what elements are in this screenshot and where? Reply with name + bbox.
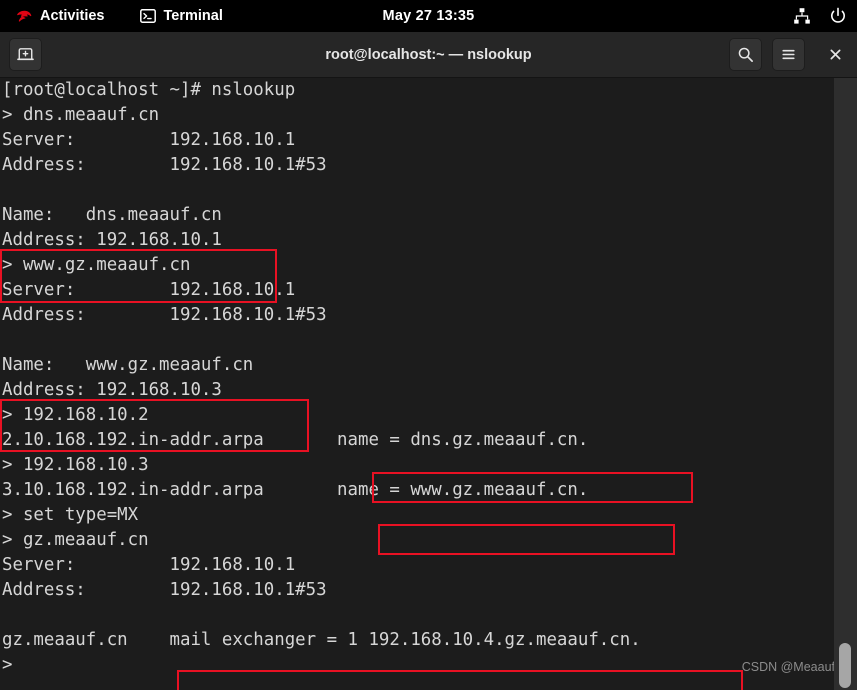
close-button[interactable] [821,41,849,69]
terminal-line: > gz.meaauf.cn [2,530,149,550]
watermark: CSDN @Meaauf [741,660,835,674]
window-headerbar: root@localhost:~ — nslookup [0,32,857,78]
scrollbar-track[interactable] [834,78,857,690]
hamburger-menu-icon [780,46,797,63]
menu-button[interactable] [772,38,805,71]
activities-button[interactable]: Activities [6,0,114,32]
app-menu-label: Terminal [163,8,223,24]
clock[interactable]: May 27 13:35 [0,8,857,24]
terminal-line: > [2,655,13,675]
terminal-line: Server: 192.168.10.1 [2,130,296,150]
terminal-line: Server: 192.168.10.1 [2,280,296,300]
terminal-line: Address: 192.168.10.1#53 [2,580,327,600]
terminal-line: Name: www.gz.meaauf.cn [2,355,254,375]
system-status-area[interactable] [793,7,847,25]
terminal-line: Address: 192.168.10.1#53 [2,155,327,175]
terminal-line: 2.10.168.192.in-addr.arpa name = dns.gz.… [2,430,589,450]
terminal-line: > set type=MX [2,505,139,525]
terminal-line: gz.meaauf.cn mail exchanger = 1 192.168.… [2,630,641,650]
terminal-line: > www.gz.meaauf.cn [2,255,191,275]
headerbar-actions [729,38,849,71]
close-icon [827,46,844,63]
terminal-line: Server: 192.168.10.1 [2,555,296,575]
scrollbar-thumb[interactable] [839,643,851,688]
terminal-line: [root@localhost ~]# nslookup [2,80,296,100]
network-icon[interactable] [793,7,811,25]
terminal-icon [140,8,157,24]
new-tab-button[interactable] [9,38,42,71]
gnome-top-bar: Activities Terminal May 27 13:35 [0,0,857,32]
activities-label: Activities [40,8,105,24]
terminal-line: > 192.168.10.2 [2,405,149,425]
terminal-line: Address: 192.168.10.3 [2,380,222,400]
search-icon [737,46,754,63]
terminal-line: Name: dns.meaauf.cn [2,205,222,225]
power-icon[interactable] [829,7,847,25]
terminal-output: [root@localhost ~]# nslookup > dns.meaauf… [0,78,641,678]
terminal-window: root@localhost:~ — nslookup [root@localh… [0,32,857,690]
search-button[interactable] [729,38,762,71]
new-tab-icon [17,46,34,63]
fedora-logo-icon [16,9,33,24]
terminal-line: Address: 192.168.10.1#53 [2,305,327,325]
terminal-screen[interactable]: [root@localhost ~]# nslookup > dns.meaauf… [0,78,857,690]
terminal-line: > 192.168.10.3 [2,455,149,475]
terminal-line: 3.10.168.192.in-addr.arpa name = www.gz.… [2,480,589,500]
app-menu-button[interactable]: Terminal [130,0,232,32]
terminal-line: > dns.meaauf.cn [2,105,160,125]
terminal-line: Address: 192.168.10.1 [2,230,222,250]
